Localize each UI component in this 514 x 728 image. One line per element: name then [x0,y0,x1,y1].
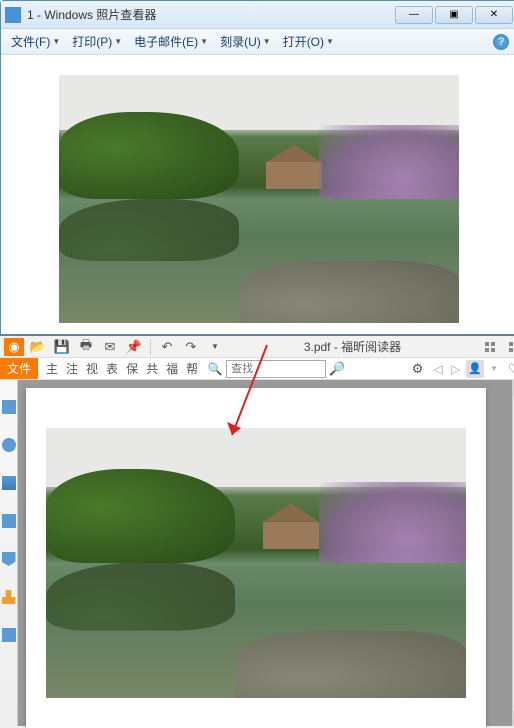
grid-view-icon-2[interactable] [504,338,514,356]
tab-comment[interactable]: 注 [62,360,82,377]
tab-foxit[interactable]: 福 [162,360,182,377]
tab-protect[interactable]: 保 [122,360,142,377]
dropdown-icon[interactable]: ▼ [205,338,225,356]
chevron-down-icon: ▼ [114,37,122,46]
menu-email[interactable]: 电子邮件(E)▼ [128,33,214,50]
file-tab[interactable]: 文件 [0,358,38,379]
menubar: 文件(F)▼ 打印(P)▼ 电子邮件(E)▼ 刻录(U)▼ 打开(O)▼ ? [1,29,514,55]
document-area[interactable]: ▴ ▾ [18,380,514,726]
menu-print[interactable]: 打印(P)▼ [66,33,128,50]
document-title: 3.pdf - 福昕阅读器 [304,338,401,355]
undo-icon[interactable]: ↶ [157,338,177,356]
grid-view-icon[interactable] [480,338,500,356]
search-group: 🔍 🔎 [206,358,346,379]
fox-icon[interactable]: ◉ [4,338,24,356]
sidebar-attach-icon[interactable] [2,514,16,528]
search-icon[interactable]: 🔍 [206,360,224,378]
chevron-down-icon: ▼ [52,37,60,46]
sidebar-sign-icon[interactable] [2,552,16,566]
main-area: ▴ ▾ [0,380,514,726]
sidebar-layers-icon[interactable] [2,476,16,490]
menu-open[interactable]: 打开(O)▼ [277,33,340,50]
menu-print-label: 打印(P) [72,33,112,50]
tab-share[interactable]: 共 [142,360,162,377]
tab-home[interactable]: 主 [42,360,62,377]
mail-icon[interactable]: ✉ [100,338,120,356]
search-go-icon[interactable]: 🔎 [328,360,346,378]
pdf-image [46,428,466,698]
nav-prev-icon[interactable]: ◁ [432,362,445,376]
search-input[interactable] [226,360,326,378]
tab-help[interactable]: 帮 [182,360,202,377]
pin-icon[interactable]: 📌 [124,338,144,356]
heart-icon[interactable]: ♡ [504,360,514,378]
ribbon-tabs: 主 注 视 表 保 共 福 帮 [38,358,202,379]
nav-next-icon[interactable]: ▷ [449,362,462,376]
menu-burn-label: 刻录(U) [220,33,261,50]
photo-image [59,75,459,323]
sidebar-thumb-icon[interactable] [2,628,16,642]
quick-toolbar: ◉ 📂 💾 🖶 ✉ 📌 ↶ ↷ ▼ 3.pdf - 福昕阅读器 [0,336,514,358]
chevron-down-icon: ▼ [326,37,334,46]
sidebar-page-icon[interactable] [2,438,16,452]
menu-open-label: 打开(O) [283,33,324,50]
minimize-button[interactable]: — [395,6,433,24]
right-tools: ⚙ ◁ ▷ 👤 ▼ ♡ [408,358,514,379]
print-icon[interactable]: 🖶 [76,338,96,356]
photo-area [1,55,514,334]
menu-burn[interactable]: 刻录(U)▼ [214,33,277,50]
photo-viewer-window: 1 - Windows 照片查看器 — ▣ ✕ 文件(F)▼ 打印(P)▼ 电子… [0,0,514,335]
window-title: 1 - Windows 照片查看器 [27,6,393,23]
menu-file-label: 文件(F) [11,33,50,50]
open-icon[interactable]: 📂 [28,338,48,356]
foxit-reader-window: ◉ 📂 💾 🖶 ✉ 📌 ↶ ↷ ▼ 3.pdf - 福昕阅读器 文件 主 注 视… [0,335,514,726]
redo-icon[interactable]: ↷ [181,338,201,356]
gear-icon[interactable]: ⚙ [408,360,428,378]
help-icon[interactable]: ? [493,34,509,50]
sidebar [0,380,18,726]
separator [150,339,151,355]
sidebar-lock-icon[interactable] [2,590,16,604]
chevron-down-icon: ▼ [263,37,271,46]
ribbon-row: 文件 主 注 视 表 保 共 福 帮 🔍 🔎 ⚙ ◁ ▷ 👤 ▼ ♡ [0,358,514,380]
app-icon [5,7,21,23]
chevron-down-icon: ▼ [200,37,208,46]
sidebar-bookmark-icon[interactable] [2,400,16,414]
menu-email-label: 电子邮件(E) [134,33,198,50]
save-icon[interactable]: 💾 [52,338,72,356]
tab-view[interactable]: 视 [82,360,102,377]
tab-form[interactable]: 表 [102,360,122,377]
pdf-page [26,388,486,728]
window-controls: — ▣ ✕ [393,6,513,24]
close-button[interactable]: ✕ [475,6,513,24]
user-avatar[interactable]: 👤 [466,360,484,378]
maximize-button[interactable]: ▣ [435,6,473,24]
user-dropdown-icon[interactable]: ▼ [488,364,500,373]
titlebar[interactable]: 1 - Windows 照片查看器 — ▣ ✕ [1,1,514,29]
menu-file[interactable]: 文件(F)▼ [5,33,66,50]
